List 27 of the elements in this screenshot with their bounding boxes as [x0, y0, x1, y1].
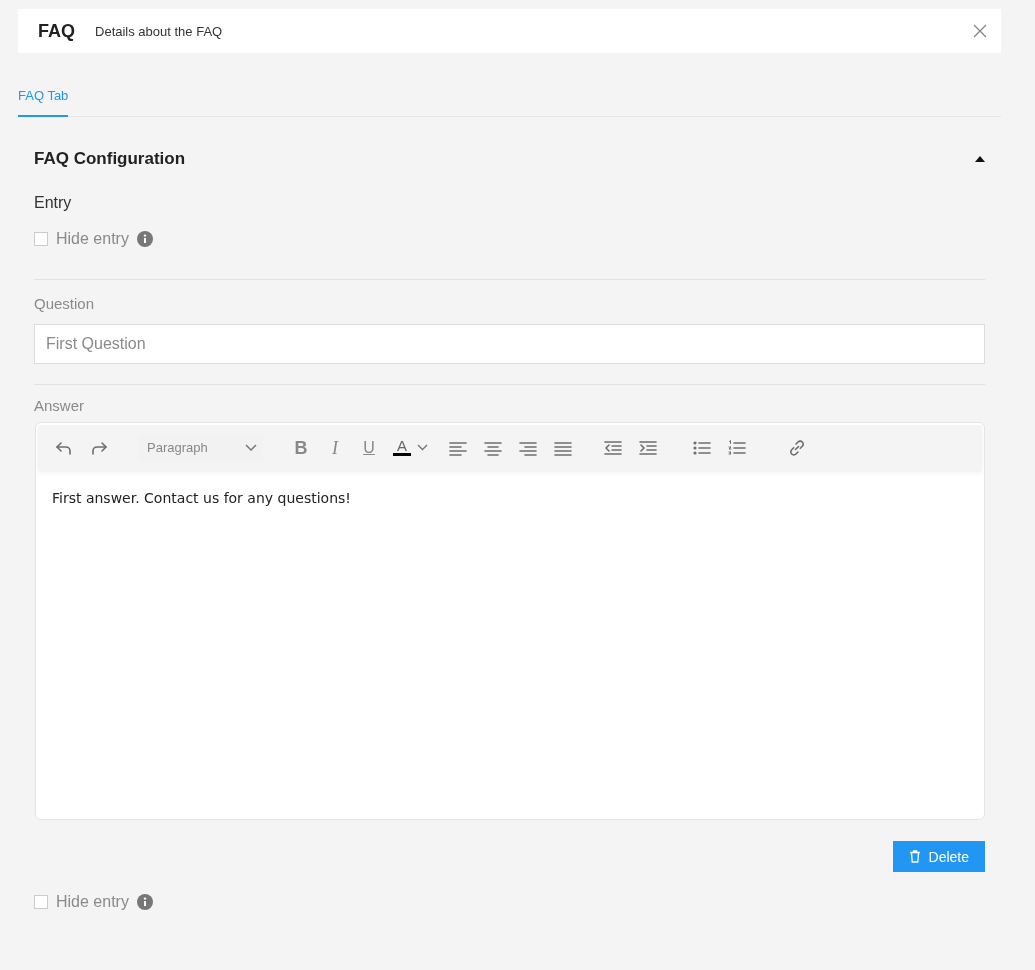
checkbox-label: Hide entry — [56, 230, 129, 248]
underline-button[interactable]: U — [359, 437, 379, 458]
chevron-icon[interactable] — [245, 443, 257, 452]
field-label: Answer — [34, 397, 86, 414]
caret-icon[interactable] — [417, 444, 428, 451]
field-label: Question — [34, 295, 96, 312]
checkbox-label: Hide entry — [56, 893, 129, 911]
close-icon[interactable] — [973, 24, 987, 38]
trash-icon — [908, 850, 921, 863]
header-subtitle: Details about the FAQ — [95, 23, 224, 39]
answer-text[interactable]: First answer. Contact us for any questions! — [36, 470, 984, 526]
text-color-button[interactable]: A — [393, 439, 411, 456]
bold-button[interactable]: B — [291, 437, 311, 458]
delete-button[interactable]: Delete — [892, 841, 985, 872]
checkbox[interactable] — [34, 895, 48, 909]
italic-button[interactable]: I — [325, 437, 345, 458]
section-title: FAQ Configuration — [34, 149, 186, 169]
info-icon — [136, 894, 153, 910]
numbered-list-icon[interactable] — [727, 437, 747, 458]
link-icon[interactable] — [787, 437, 807, 458]
info-icon — [136, 231, 153, 247]
header-title: FAQ — [38, 20, 75, 42]
collapse-caret-icon[interactable] — [975, 156, 985, 162]
tab[interactable]: FAQ Tab — [18, 77, 69, 117]
entry-heading: Entry — [34, 194, 73, 212]
checkbox[interactable] — [34, 232, 48, 246]
question-field[interactable]: First Question — [34, 324, 985, 364]
